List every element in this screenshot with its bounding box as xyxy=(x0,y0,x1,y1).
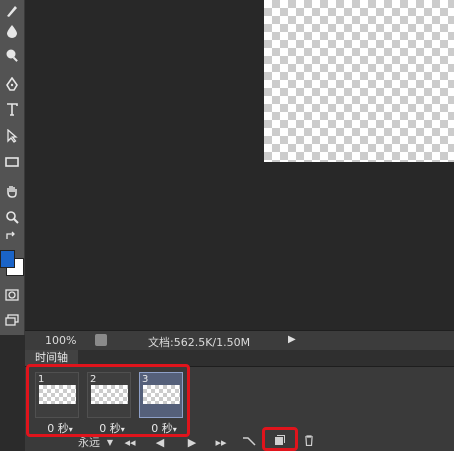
status-options-icon[interactable] xyxy=(95,334,107,346)
screen-mode-icon[interactable] xyxy=(0,309,24,331)
loop-value: 永远 xyxy=(78,436,100,449)
type-icon[interactable] xyxy=(0,98,24,120)
foreground-color-swatch[interactable] xyxy=(0,250,15,268)
quick-mask-icon[interactable] xyxy=(0,284,24,306)
path-select-icon[interactable] xyxy=(0,125,24,147)
previous-frame-icon[interactable]: ◀ xyxy=(153,435,167,451)
status-bar: 100% 文档:562.5K/1.50M ▶ xyxy=(25,330,454,350)
loop-dropdown-icon[interactable]: ▼ xyxy=(105,435,115,451)
hand-icon[interactable] xyxy=(0,180,24,202)
timeline-controls: 永远 ▼ ◂◂ ◀ ▶ ▸▸ xyxy=(25,435,454,451)
delete-frame-icon[interactable] xyxy=(302,435,316,451)
loop-select[interactable]: 永远 xyxy=(69,435,109,451)
zoom-level[interactable]: 100% xyxy=(45,334,76,347)
next-frame-icon[interactable]: ▸▸ xyxy=(212,435,230,451)
first-frame-icon[interactable]: ◂◂ xyxy=(122,435,138,451)
document-size-info: 文档:562.5K/1.50M xyxy=(148,336,251,349)
swap-colors-icon[interactable] xyxy=(0,228,24,244)
tween-icon[interactable] xyxy=(240,435,258,451)
blur-drop-icon[interactable] xyxy=(0,20,24,42)
frames-highlight xyxy=(26,364,190,437)
rectangle-icon[interactable] xyxy=(0,151,24,173)
tools-panel xyxy=(0,0,25,335)
pen-icon[interactable] xyxy=(0,73,24,95)
dodge-icon[interactable] xyxy=(0,44,24,66)
blur-icon[interactable] xyxy=(0,0,24,22)
status-menu-arrow-icon[interactable]: ▶ xyxy=(288,334,296,345)
document-canvas[interactable] xyxy=(264,0,454,162)
duplicate-frame-highlight xyxy=(262,427,298,451)
zoom-icon[interactable] xyxy=(0,206,24,228)
play-icon[interactable]: ▶ xyxy=(185,435,199,451)
